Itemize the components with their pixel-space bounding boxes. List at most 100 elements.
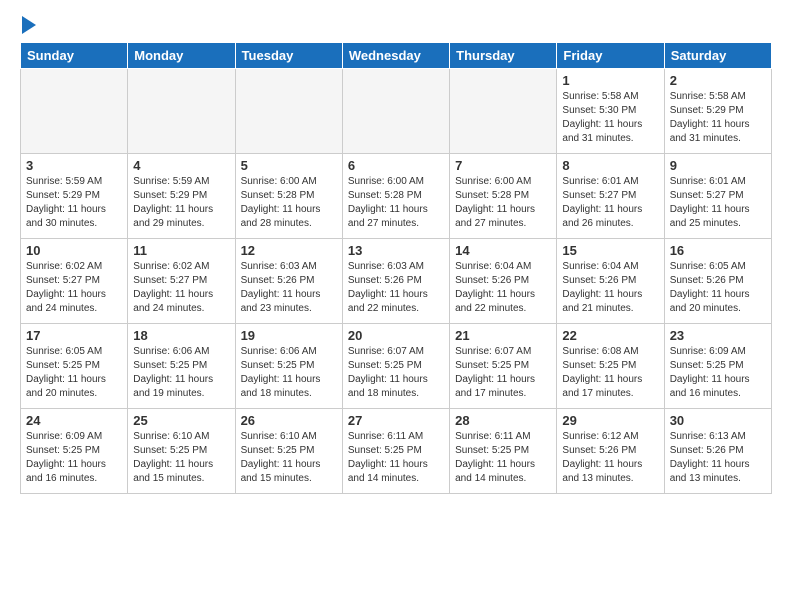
calendar-cell: 15 Sunrise: 6:04 AM Sunset: 5:26 PM Dayli… [557, 239, 664, 324]
day-info: Sunrise: 6:06 AM Sunset: 5:25 PM Dayligh… [133, 345, 229, 401]
day-info: Sunrise: 5:58 AM Sunset: 5:30 PM Dayligh… [562, 90, 658, 146]
day-number: 12 [241, 243, 337, 258]
day-info: Sunrise: 6:11 AM Sunset: 5:25 PM Dayligh… [348, 430, 444, 486]
day-number: 30 [670, 413, 766, 428]
calendar-cell: 19 Sunrise: 6:06 AM Sunset: 5:25 PM Dayli… [235, 324, 342, 409]
calendar-week-2: 3 Sunrise: 5:59 AM Sunset: 5:29 PM Daylig… [21, 154, 772, 239]
weekday-header-thursday: Thursday [450, 43, 557, 69]
calendar-week-1: 1 Sunrise: 5:58 AM Sunset: 5:30 PM Daylig… [21, 69, 772, 154]
day-number: 29 [562, 413, 658, 428]
day-info: Sunrise: 6:03 AM Sunset: 5:26 PM Dayligh… [241, 260, 337, 316]
calendar-cell: 3 Sunrise: 5:59 AM Sunset: 5:29 PM Daylig… [21, 154, 128, 239]
day-number: 14 [455, 243, 551, 258]
day-number: 1 [562, 73, 658, 88]
calendar-cell [21, 69, 128, 154]
calendar-cell: 24 Sunrise: 6:09 AM Sunset: 5:25 PM Dayli… [21, 409, 128, 494]
day-number: 2 [670, 73, 766, 88]
day-number: 18 [133, 328, 229, 343]
day-info: Sunrise: 6:02 AM Sunset: 5:27 PM Dayligh… [133, 260, 229, 316]
day-number: 22 [562, 328, 658, 343]
day-number: 26 [241, 413, 337, 428]
day-number: 5 [241, 158, 337, 173]
day-info: Sunrise: 6:00 AM Sunset: 5:28 PM Dayligh… [348, 175, 444, 231]
day-info: Sunrise: 6:11 AM Sunset: 5:25 PM Dayligh… [455, 430, 551, 486]
day-number: 10 [26, 243, 122, 258]
day-info: Sunrise: 6:07 AM Sunset: 5:25 PM Dayligh… [455, 345, 551, 401]
weekday-header-wednesday: Wednesday [342, 43, 449, 69]
calendar-cell: 2 Sunrise: 5:58 AM Sunset: 5:29 PM Daylig… [664, 69, 771, 154]
day-number: 21 [455, 328, 551, 343]
calendar-cell: 4 Sunrise: 5:59 AM Sunset: 5:29 PM Daylig… [128, 154, 235, 239]
calendar-cell: 26 Sunrise: 6:10 AM Sunset: 5:25 PM Dayli… [235, 409, 342, 494]
page: SundayMondayTuesdayWednesdayThursdayFrid… [0, 0, 792, 504]
day-number: 19 [241, 328, 337, 343]
calendar-cell: 11 Sunrise: 6:02 AM Sunset: 5:27 PM Dayli… [128, 239, 235, 324]
day-info: Sunrise: 6:04 AM Sunset: 5:26 PM Dayligh… [562, 260, 658, 316]
calendar-cell: 29 Sunrise: 6:12 AM Sunset: 5:26 PM Dayli… [557, 409, 664, 494]
calendar-week-4: 17 Sunrise: 6:05 AM Sunset: 5:25 PM Dayli… [21, 324, 772, 409]
day-info: Sunrise: 6:00 AM Sunset: 5:28 PM Dayligh… [455, 175, 551, 231]
calendar-table: SundayMondayTuesdayWednesdayThursdayFrid… [20, 42, 772, 494]
calendar-cell: 1 Sunrise: 5:58 AM Sunset: 5:30 PM Daylig… [557, 69, 664, 154]
calendar-cell: 8 Sunrise: 6:01 AM Sunset: 5:27 PM Daylig… [557, 154, 664, 239]
day-info: Sunrise: 6:10 AM Sunset: 5:25 PM Dayligh… [133, 430, 229, 486]
calendar-cell: 10 Sunrise: 6:02 AM Sunset: 5:27 PM Dayli… [21, 239, 128, 324]
calendar-cell: 20 Sunrise: 6:07 AM Sunset: 5:25 PM Dayli… [342, 324, 449, 409]
calendar-cell: 27 Sunrise: 6:11 AM Sunset: 5:25 PM Dayli… [342, 409, 449, 494]
calendar-cell: 18 Sunrise: 6:06 AM Sunset: 5:25 PM Dayli… [128, 324, 235, 409]
weekday-header-tuesday: Tuesday [235, 43, 342, 69]
weekday-header-saturday: Saturday [664, 43, 771, 69]
weekday-header-friday: Friday [557, 43, 664, 69]
day-info: Sunrise: 6:12 AM Sunset: 5:26 PM Dayligh… [562, 430, 658, 486]
calendar-cell: 17 Sunrise: 6:05 AM Sunset: 5:25 PM Dayli… [21, 324, 128, 409]
day-info: Sunrise: 6:01 AM Sunset: 5:27 PM Dayligh… [670, 175, 766, 231]
day-number: 9 [670, 158, 766, 173]
calendar-cell: 9 Sunrise: 6:01 AM Sunset: 5:27 PM Daylig… [664, 154, 771, 239]
day-info: Sunrise: 6:09 AM Sunset: 5:25 PM Dayligh… [670, 345, 766, 401]
day-info: Sunrise: 6:05 AM Sunset: 5:26 PM Dayligh… [670, 260, 766, 316]
day-number: 3 [26, 158, 122, 173]
day-number: 24 [26, 413, 122, 428]
calendar-cell: 30Sunrise: 6:13 AM Sunset: 5:26 PM Dayli… [664, 409, 771, 494]
calendar-week-5: 24 Sunrise: 6:09 AM Sunset: 5:25 PM Dayli… [21, 409, 772, 494]
weekday-header-sunday: Sunday [21, 43, 128, 69]
day-info: Sunrise: 6:06 AM Sunset: 5:25 PM Dayligh… [241, 345, 337, 401]
day-number: 15 [562, 243, 658, 258]
day-info: Sunrise: 6:01 AM Sunset: 5:27 PM Dayligh… [562, 175, 658, 231]
day-number: 6 [348, 158, 444, 173]
calendar-cell: 14 Sunrise: 6:04 AM Sunset: 5:26 PM Dayli… [450, 239, 557, 324]
day-info: Sunrise: 6:09 AM Sunset: 5:25 PM Dayligh… [26, 430, 122, 486]
header [20, 16, 772, 34]
calendar-cell [342, 69, 449, 154]
calendar-cell: 28Sunrise: 6:11 AM Sunset: 5:25 PM Dayli… [450, 409, 557, 494]
calendar-cell: 13 Sunrise: 6:03 AM Sunset: 5:26 PM Dayli… [342, 239, 449, 324]
day-info: Sunrise: 6:08 AM Sunset: 5:25 PM Dayligh… [562, 345, 658, 401]
day-info: Sunrise: 6:03 AM Sunset: 5:26 PM Dayligh… [348, 260, 444, 316]
day-info: Sunrise: 5:59 AM Sunset: 5:29 PM Dayligh… [133, 175, 229, 231]
calendar-cell: 12 Sunrise: 6:03 AM Sunset: 5:26 PM Dayli… [235, 239, 342, 324]
day-info: Sunrise: 6:10 AM Sunset: 5:25 PM Dayligh… [241, 430, 337, 486]
day-info: Sunrise: 6:07 AM Sunset: 5:25 PM Dayligh… [348, 345, 444, 401]
day-info: Sunrise: 6:02 AM Sunset: 5:27 PM Dayligh… [26, 260, 122, 316]
day-number: 17 [26, 328, 122, 343]
day-info: Sunrise: 5:58 AM Sunset: 5:29 PM Dayligh… [670, 90, 766, 146]
calendar-cell: 22 Sunrise: 6:08 AM Sunset: 5:25 PM Dayli… [557, 324, 664, 409]
calendar-cell: 25Sunrise: 6:10 AM Sunset: 5:25 PM Dayli… [128, 409, 235, 494]
day-number: 13 [348, 243, 444, 258]
day-number: 11 [133, 243, 229, 258]
day-number: 16 [670, 243, 766, 258]
day-info: Sunrise: 6:05 AM Sunset: 5:25 PM Dayligh… [26, 345, 122, 401]
calendar-cell [128, 69, 235, 154]
day-number: 23 [670, 328, 766, 343]
logo [20, 16, 36, 34]
day-number: 20 [348, 328, 444, 343]
day-number: 4 [133, 158, 229, 173]
calendar-cell [450, 69, 557, 154]
day-number: 8 [562, 158, 658, 173]
day-number: 27 [348, 413, 444, 428]
day-number: 7 [455, 158, 551, 173]
day-info: Sunrise: 6:04 AM Sunset: 5:26 PM Dayligh… [455, 260, 551, 316]
calendar-cell: 7 Sunrise: 6:00 AM Sunset: 5:28 PM Daylig… [450, 154, 557, 239]
day-info: Sunrise: 5:59 AM Sunset: 5:29 PM Dayligh… [26, 175, 122, 231]
calendar-cell [235, 69, 342, 154]
